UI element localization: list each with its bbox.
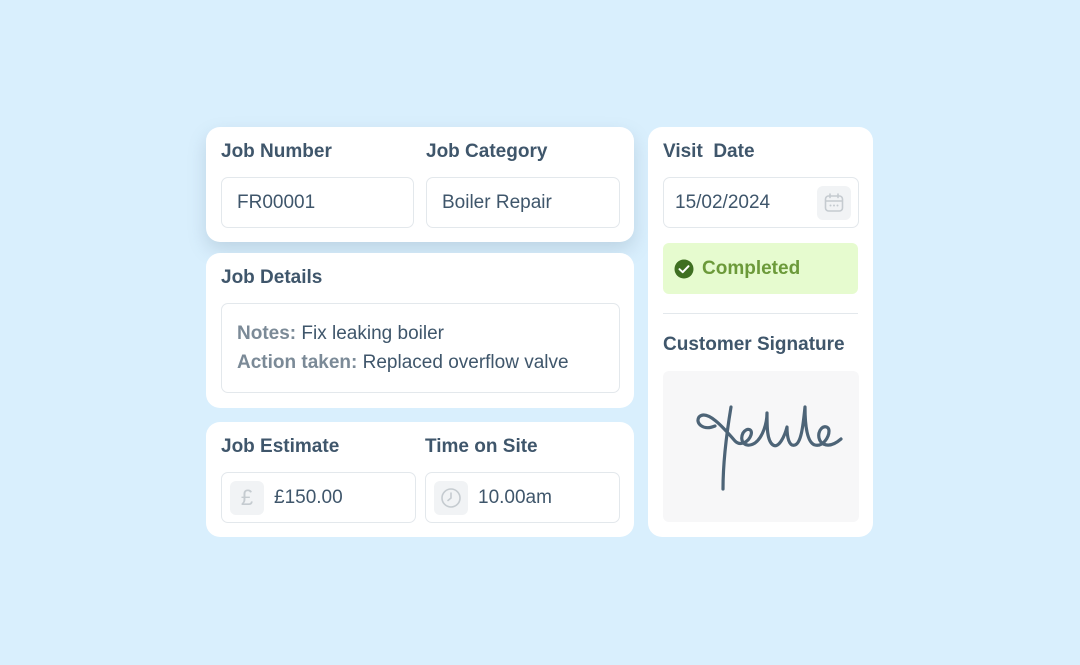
job-estimate-field[interactable]: £ £150.00: [221, 472, 416, 523]
job-category-label: Job Category: [426, 141, 548, 162]
signature-pad[interactable]: [663, 371, 859, 522]
customer-signature-label: Customer Signature: [663, 334, 845, 355]
job-number-value: FR00001: [237, 191, 316, 213]
job-details-notes-box[interactable]: Notes: Fix leaking boiler Action taken: …: [221, 303, 620, 393]
time-on-site-label: Time on Site: [425, 436, 538, 457]
action-taken-value: Replaced overflow valve: [357, 352, 569, 373]
time-on-site-field[interactable]: 10.00am: [425, 472, 620, 523]
clock-icon: [434, 480, 468, 515]
notes-label: Notes:: [237, 323, 297, 344]
action-taken-line: Action taken: Replaced overflow valve: [237, 348, 619, 377]
calendar-icon[interactable]: [817, 185, 851, 220]
visit-date-field[interactable]: 15/02/2024: [663, 177, 859, 228]
job-details-card: Job Details Notes: Fix leaking boiler Ac…: [206, 253, 634, 408]
pound-icon: £: [230, 480, 264, 515]
check-circle-icon: [674, 259, 694, 279]
estimate-time-card: Job Estimate £ £150.00 Time on Site 10.0…: [206, 422, 634, 537]
job-info-card: Job Number FR00001 Job Category Boiler R…: [206, 127, 634, 242]
notes-line: Notes: Fix leaking boiler: [237, 319, 619, 348]
visit-card: Visit Date 15/02/2024 Completed Customer…: [648, 127, 873, 537]
action-taken-label: Action taken:: [237, 352, 358, 373]
job-number-field[interactable]: FR00001: [221, 177, 414, 228]
job-details-title: Job Details: [221, 267, 323, 288]
divider: [663, 313, 858, 314]
job-estimate-label: Job Estimate: [221, 436, 340, 457]
status-text: Completed: [702, 257, 801, 279]
status-badge: Completed: [663, 243, 858, 294]
job-number-label: Job Number: [221, 141, 332, 162]
visit-date-value: 15/02/2024: [675, 191, 771, 213]
job-category-field[interactable]: Boiler Repair: [426, 177, 620, 228]
time-on-site-value: 10.00am: [478, 486, 552, 508]
job-estimate-value: £150.00: [274, 486, 343, 508]
notes-value: Fix leaking boiler: [296, 323, 444, 344]
signature-image: [696, 405, 843, 491]
job-category-value: Boiler Repair: [442, 191, 552, 213]
visit-date-label: Visit Date: [663, 141, 755, 162]
